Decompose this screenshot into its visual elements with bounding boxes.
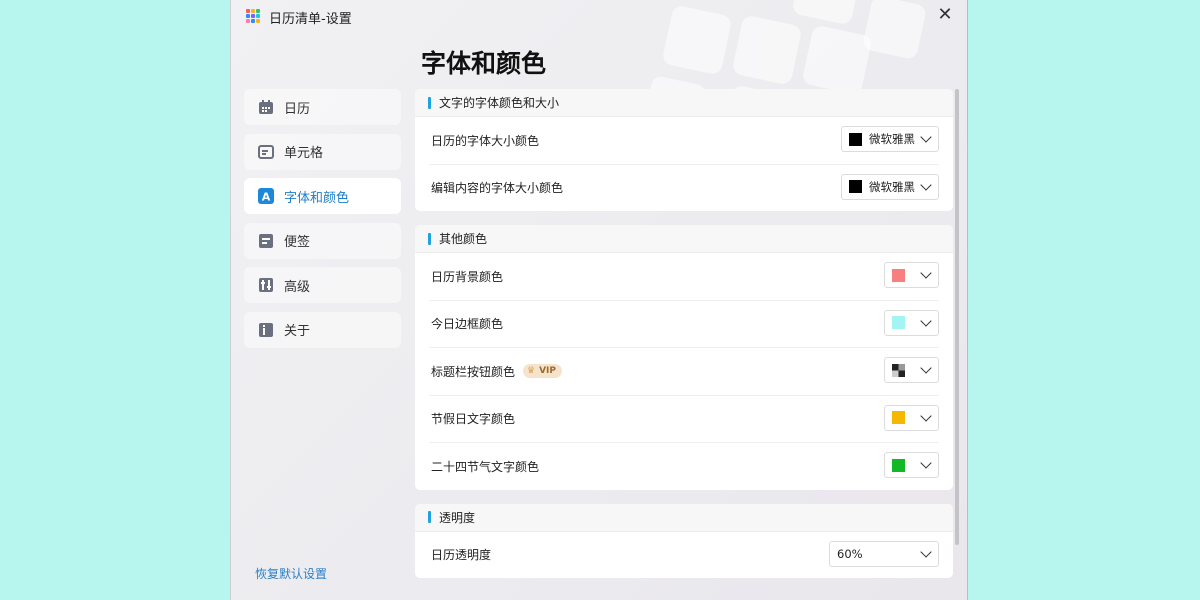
vertical-scrollbar[interactable] xyxy=(955,89,959,545)
page-title: 字体和颜色 xyxy=(421,49,547,78)
font-name: 微软雅黑 xyxy=(869,132,915,146)
crown-icon: ♛ xyxy=(527,366,536,377)
chevron-down-icon xyxy=(920,267,932,279)
setting-row: 日历的字体大小颜色 微软雅黑 xyxy=(429,117,939,165)
vip-label: VIP xyxy=(539,366,557,377)
color-swatch xyxy=(892,411,905,424)
sidebar: 日历 单元格 A 字体和颜色 便签 高级 关于 xyxy=(244,89,401,356)
note-icon xyxy=(258,233,274,249)
color-swatch xyxy=(892,316,905,329)
color-dropdown[interactable] xyxy=(884,357,939,383)
setting-label: 日历透明度 xyxy=(431,548,492,563)
setting-row: 节假日文字颜色 xyxy=(429,396,939,443)
chevron-down-icon xyxy=(920,362,932,374)
color-swatch xyxy=(849,180,862,193)
setting-row: 日历背景颜色 xyxy=(429,253,939,301)
setting-label: 节假日文字颜色 xyxy=(431,412,516,427)
color-dropdown[interactable] xyxy=(884,452,939,478)
setting-label: 日历背景颜色 xyxy=(431,269,504,284)
font-section: 文字的字体颜色和大小 日历的字体大小颜色 微软雅黑 编辑内容的字体大小颜色 微软… xyxy=(415,89,953,211)
sidebar-item-cell[interactable]: 单元格 xyxy=(244,133,401,170)
setting-label: 日历的字体大小颜色 xyxy=(431,133,540,148)
color-swatch xyxy=(892,268,905,282)
font-name: 微软雅黑 xyxy=(869,179,915,194)
setting-row: 今日边框颜色 xyxy=(429,301,939,348)
chevron-down-icon xyxy=(920,409,932,422)
window-title: 日历清单-设置 xyxy=(269,12,352,27)
advanced-icon xyxy=(258,277,274,293)
color-swatch xyxy=(849,132,862,146)
setting-label: 标题栏按钮颜色 xyxy=(431,364,516,379)
cell-icon xyxy=(258,144,274,160)
section-accent-bar xyxy=(428,511,431,523)
section-title: 透明度 xyxy=(439,510,476,525)
chevron-down-icon xyxy=(920,131,932,143)
sidebar-item-advanced[interactable]: 高级 xyxy=(244,267,401,303)
color-dropdown[interactable] xyxy=(884,309,939,336)
chevron-down-icon xyxy=(920,457,932,469)
sidebar-item-about[interactable]: 关于 xyxy=(244,311,401,348)
sidebar-item-label: 关于 xyxy=(284,324,311,339)
color-dropdown[interactable] xyxy=(884,404,939,431)
section-header: 其他颜色 xyxy=(415,225,953,253)
setting-label: 今日边框颜色 xyxy=(431,317,504,332)
font-dropdown[interactable]: 微软雅黑 xyxy=(841,126,939,152)
reset-defaults-link[interactable]: 恢复默认设置 xyxy=(255,565,327,582)
setting-label: 编辑内容的字体大小颜色 xyxy=(431,181,564,196)
font-dropdown[interactable]: 微软雅黑 xyxy=(841,173,939,200)
chevron-down-icon xyxy=(920,545,932,558)
settings-window: 日历清单-设置 ✕ 字体和颜色 日历 单元格 A 字体和颜色 便签 高级 关于 … xyxy=(230,0,968,600)
settings-content: 文字的字体颜色和大小 日历的字体大小颜色 微软雅黑 编辑内容的字体大小颜色 微软… xyxy=(415,89,953,592)
chevron-down-icon xyxy=(920,314,932,327)
setting-label: 二十四节气文字颜色 xyxy=(431,459,540,474)
sidebar-item-label: 日历 xyxy=(284,101,311,117)
section-title: 其他颜色 xyxy=(439,232,488,246)
sidebar-item-label: 字体和颜色 xyxy=(284,190,350,206)
chevron-down-icon xyxy=(920,178,932,191)
sidebar-item-label: 单元格 xyxy=(284,146,324,161)
setting-row: 二十四节气文字颜色 xyxy=(429,443,939,490)
section-accent-bar xyxy=(428,232,431,245)
svg-text:A: A xyxy=(262,191,271,204)
calendar-icon xyxy=(258,99,274,115)
close-button[interactable]: ✕ xyxy=(933,3,957,27)
section-accent-bar xyxy=(428,96,431,109)
other-colors-section: 其他颜色 日历背景颜色 今日边框颜色 标题栏按钮颜色 ♛ VIP 节假日文字颜色… xyxy=(415,225,953,490)
color-swatch xyxy=(892,458,905,472)
sidebar-item-label: 高级 xyxy=(284,279,311,295)
font-color-icon: A xyxy=(258,188,274,204)
info-icon xyxy=(258,322,274,338)
opacity-value: 60% xyxy=(837,546,863,561)
color-dropdown[interactable] xyxy=(884,262,939,288)
sidebar-item-calendar[interactable]: 日历 xyxy=(244,89,401,125)
vip-badge: ♛ VIP xyxy=(523,364,563,379)
section-header: 透明度 xyxy=(415,503,953,532)
title-bar: 日历清单-设置 ✕ xyxy=(231,0,967,32)
section-header: 文字的字体颜色和大小 xyxy=(415,89,953,117)
sidebar-item-label: 便签 xyxy=(284,235,311,250)
sidebar-item-font-color[interactable]: A 字体和颜色 xyxy=(244,178,401,214)
section-title: 文字的字体颜色和大小 xyxy=(439,96,560,110)
setting-row: 标题栏按钮颜色 ♛ VIP xyxy=(429,348,939,396)
setting-row: 编辑内容的字体大小颜色 微软雅黑 xyxy=(429,165,939,212)
opacity-section: 透明度 日历透明度 60% xyxy=(415,503,953,579)
app-logo-icon xyxy=(246,9,260,23)
mixed-color-swatch xyxy=(892,363,905,377)
sidebar-item-note[interactable]: 便签 xyxy=(244,222,401,259)
opacity-dropdown[interactable]: 60% xyxy=(829,540,939,567)
setting-row: 日历透明度 60% xyxy=(429,532,939,579)
